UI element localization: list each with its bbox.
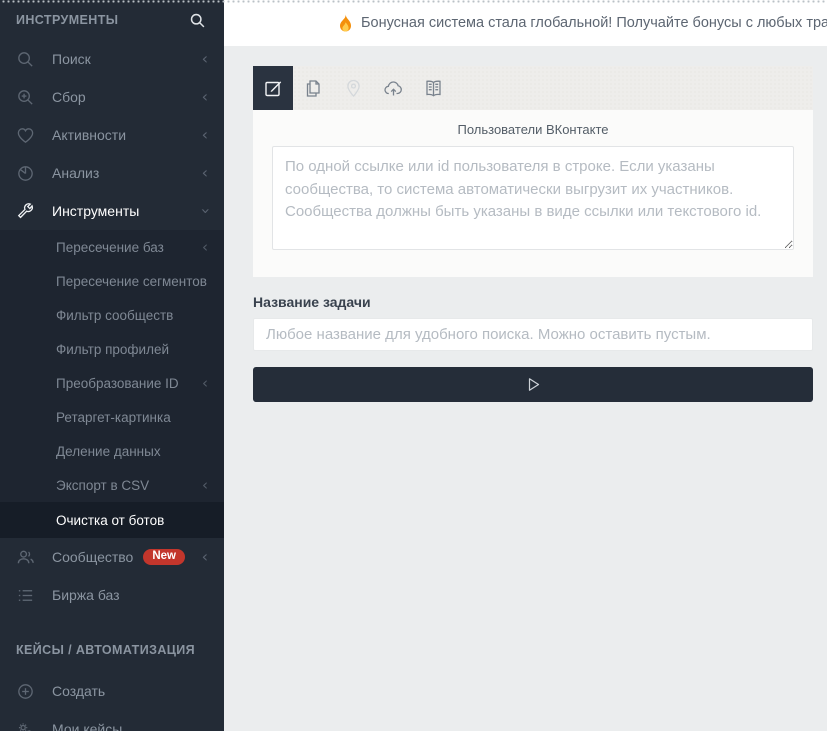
promo-banner: Бонусная система стала глобальной! Получ… (224, 0, 827, 46)
submenu-item-label: Очистка от ботов (56, 512, 165, 528)
tools-submenu: Пересечение баз ‹ Пересечение сегментов … (0, 230, 224, 538)
search-icon[interactable] (189, 12, 206, 29)
sidebar: ИНСТРУМЕНТЫ Поиск ‹ Сбор ‹ Активности ‹ … (0, 0, 224, 731)
source-panel: Пользователи ВКонтакте (253, 66, 813, 277)
tab-geo[interactable] (333, 66, 373, 110)
sidebar-item-label: Инструменты (52, 203, 140, 219)
sidebar-item-label: Сообщество (52, 549, 134, 565)
search-icon (16, 50, 35, 69)
sidebar-item-label: Поиск (52, 51, 91, 67)
target-type-label: Пользователи ВКонтакте (457, 122, 609, 137)
links-textarea[interactable] (272, 146, 794, 250)
sidebar-section-cases: КЕЙСЫ / АВТОМАТИЗАЦИЯ (0, 636, 224, 664)
submenu-item-id-conversion[interactable]: Преобразование ID ‹ (0, 366, 224, 400)
sidebar-item-community[interactable]: Сообщество New ‹ (0, 538, 224, 576)
pie-chart-icon (16, 164, 35, 183)
submenu-item-community-filter[interactable]: Фильтр сообществ (0, 298, 224, 332)
sidebar-section-title: ИНСТРУМЕНТЫ (16, 13, 119, 27)
submenu-item-csv-export[interactable]: Экспорт в CSV ‹ (0, 468, 224, 502)
submenu-item-label: Преобразование ID (56, 375, 179, 391)
heart-icon (16, 126, 35, 145)
submenu-item-label: Фильтр сообществ (56, 307, 174, 323)
chevron-left-icon: ‹ (201, 87, 208, 106)
chevron-left-icon: ‹ (202, 476, 208, 494)
tab-upload[interactable] (373, 66, 413, 110)
sidebar-item-search[interactable]: Поиск ‹ (0, 40, 224, 78)
submenu-item-retarget-image[interactable]: Ретаргет-картинка (0, 400, 224, 434)
sidebar-item-analysis[interactable]: Анализ ‹ (0, 154, 224, 192)
sidebar-item-label: Анализ (52, 165, 100, 181)
promo-banner-text[interactable]: Бонусная система стала глобальной! Получ… (361, 15, 827, 31)
tab-from-task[interactable] (293, 66, 333, 110)
chevron-left-icon: ‹ (201, 49, 208, 68)
chevron-left-icon: ‹ (202, 238, 208, 256)
submenu-item-label: Экспорт в CSV (56, 477, 150, 493)
chevron-left-icon: ‹ (201, 547, 208, 566)
sidebar-section-title: КЕЙСЫ / АВТОМАТИЗАЦИЯ (16, 643, 196, 657)
gears-icon (16, 720, 35, 731)
sidebar-item-my-cases[interactable]: Мои кейсы (0, 710, 224, 731)
submenu-item-data-split[interactable]: Деление данных (0, 434, 224, 468)
chevron-left-icon: ‹ (202, 374, 208, 392)
cloud-upload-icon (383, 80, 402, 95)
source-tabs (253, 66, 813, 110)
submenu-item-profile-filter[interactable]: Фильтр профилей (0, 332, 224, 366)
sidebar-item-create-case[interactable]: Создать (0, 672, 224, 710)
page-top-dotted-border (0, 0, 827, 3)
sidebar-item-activities[interactable]: Активности ‹ (0, 116, 224, 154)
source-panel-body: Пользователи ВКонтакте (253, 110, 813, 277)
copy-icon (306, 79, 320, 97)
sidebar-item-label: Создать (52, 683, 106, 699)
book-icon (425, 80, 441, 97)
sidebar-item-label: Биржа баз (52, 587, 120, 603)
sidebar-item-collect[interactable]: Сбор ‹ (0, 78, 224, 116)
main-area: Бонусная система стала глобальной! Получ… (224, 0, 827, 731)
submenu-item-bot-cleanup[interactable]: Очистка от ботов (0, 502, 224, 538)
task-name-input[interactable] (253, 318, 813, 351)
submenu-item-label: Пересечение баз (56, 239, 164, 255)
chevron-left-icon: ‹ (201, 163, 208, 182)
sidebar-item-tools[interactable]: Инструменты ‹ (0, 192, 224, 230)
content: Пользователи ВКонтакте Название задачи (224, 46, 827, 731)
submenu-item-label: Фильтр профилей (56, 341, 170, 357)
users-icon (16, 548, 35, 567)
flame-icon (339, 14, 352, 32)
submenu-item-segment-intersection[interactable]: Пересечение сегментов (0, 264, 224, 298)
sidebar-header: ИНСТРУМЕНТЫ (0, 0, 224, 40)
submenu-item-label: Деление данных (56, 443, 161, 459)
edit-icon (264, 80, 281, 96)
new-badge: New (143, 548, 185, 566)
location-pin-icon (346, 79, 360, 97)
tab-manual-input[interactable] (253, 66, 293, 110)
submenu-item-label: Пересечение сегментов (56, 273, 207, 289)
submenu-item-label: Ретаргет-картинка (56, 409, 171, 425)
play-icon (528, 378, 539, 391)
sidebar-item-label: Мои кейсы (52, 721, 123, 731)
plus-circle-icon (16, 682, 35, 701)
run-task-button[interactable] (253, 367, 813, 402)
search-plus-icon (16, 88, 35, 107)
sidebar-item-label: Сбор (52, 89, 86, 105)
wrench-icon (16, 202, 35, 221)
sidebar-item-base-market[interactable]: Биржа баз (0, 576, 224, 614)
task-name-label: Название задачи (253, 294, 371, 310)
chevron-down-icon: ‹ (194, 207, 214, 215)
sidebar-item-label: Активности (52, 127, 127, 143)
tab-library[interactable] (413, 66, 453, 110)
chevron-left-icon: ‹ (201, 125, 208, 144)
list-icon (16, 586, 35, 605)
submenu-item-base-intersection[interactable]: Пересечение баз ‹ (0, 230, 224, 264)
